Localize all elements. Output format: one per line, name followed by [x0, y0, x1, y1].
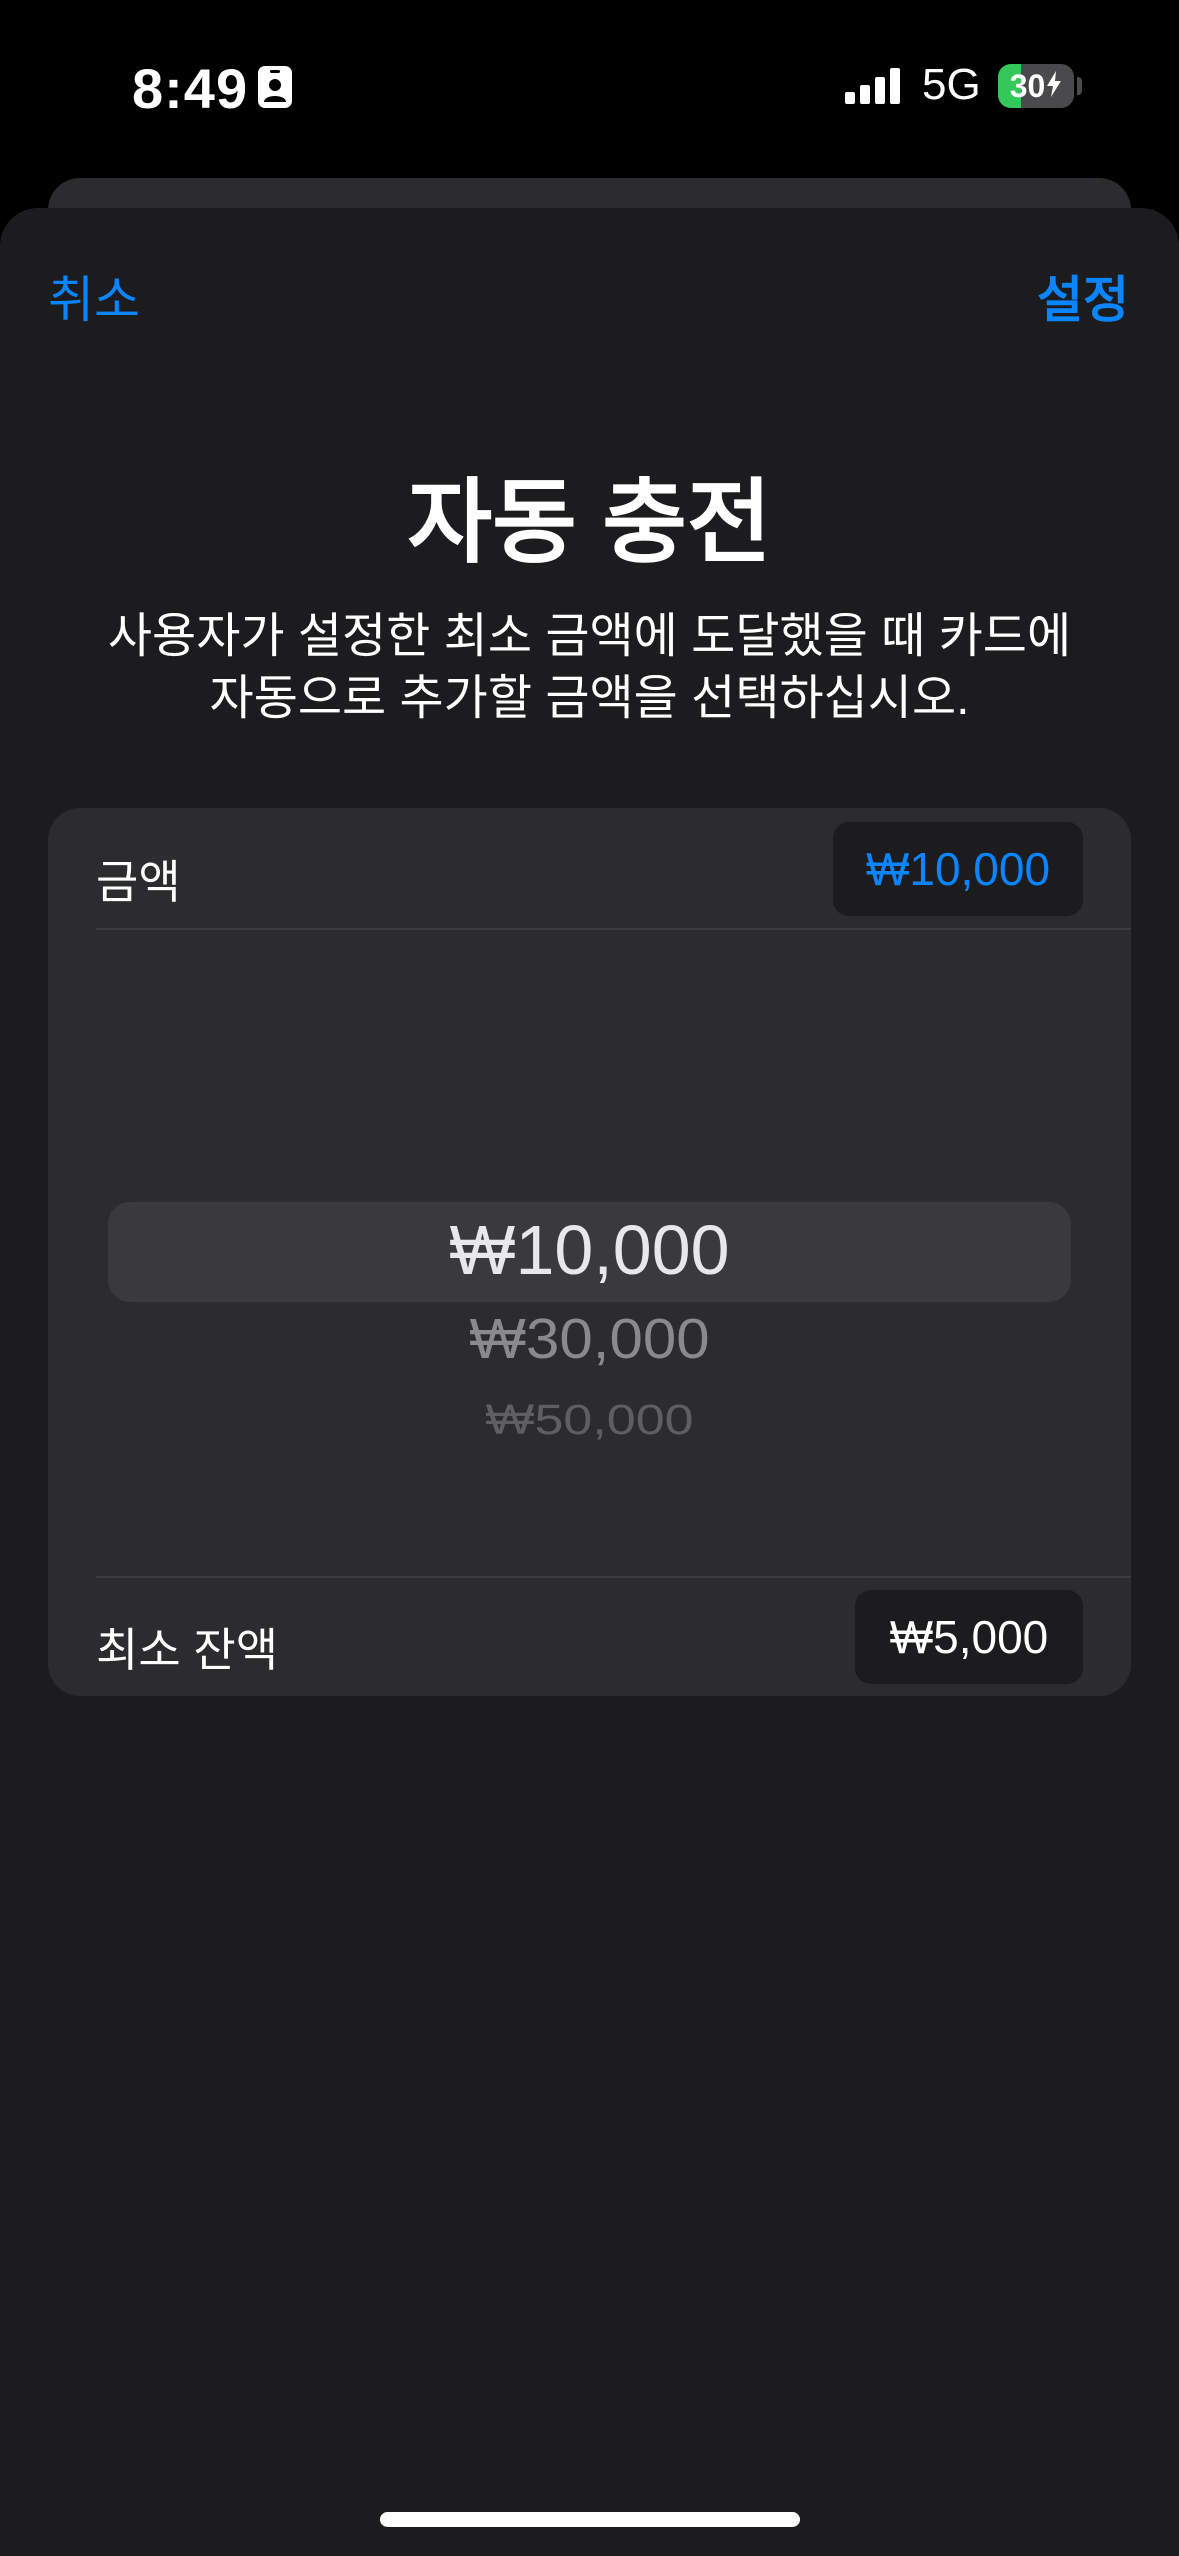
signal-bars-icon	[845, 66, 905, 106]
network-type-label: 5G	[922, 60, 981, 109]
battery-indicator: 30	[998, 64, 1074, 108]
divider	[96, 1576, 1131, 1578]
amount-picker[interactable]: ₩10,000 ₩30,000 ₩50,000	[48, 930, 1131, 1580]
auto-reload-settings-card: 금액 ₩10,000 ₩10,000 ₩30,000 ₩50,000 최소 잔액…	[48, 808, 1131, 1696]
screen: 8:49 5G 30 취소 설정 자동 충전 사용자가 설정한 최소 금액에 도…	[0, 0, 1179, 2556]
home-indicator[interactable]	[380, 2512, 800, 2527]
amount-value-button[interactable]: ₩10,000	[833, 822, 1083, 916]
amount-label: 금액	[96, 856, 181, 908]
cancel-button[interactable]: 취소	[48, 260, 140, 332]
page-subtitle: 사용자가 설정한 최소 금액에 도달했을 때 카드에 자동으로 추가할 금액을 …	[107, 610, 1072, 725]
charging-bolt-icon	[1046, 68, 1062, 105]
picker-option[interactable]: ₩30,000	[48, 1306, 1131, 1371]
picker-option[interactable]: ₩50,000	[48, 1395, 1131, 1444]
battery-percentage: 30	[1009, 67, 1046, 104]
battery-cap	[1077, 77, 1082, 95]
min-balance-value-button[interactable]: ₩5,000	[855, 1590, 1083, 1684]
set-button[interactable]: 설정	[1037, 260, 1129, 332]
picker-option[interactable]: ₩10,000	[48, 1210, 1131, 1290]
status-bar: 8:49 5G 30	[0, 0, 1179, 170]
min-balance-label: 최소 잔액	[96, 1624, 279, 1676]
page-title: 자동 충전	[407, 472, 772, 574]
contact-card-icon	[258, 66, 292, 108]
status-time: 8:49	[132, 57, 249, 120]
